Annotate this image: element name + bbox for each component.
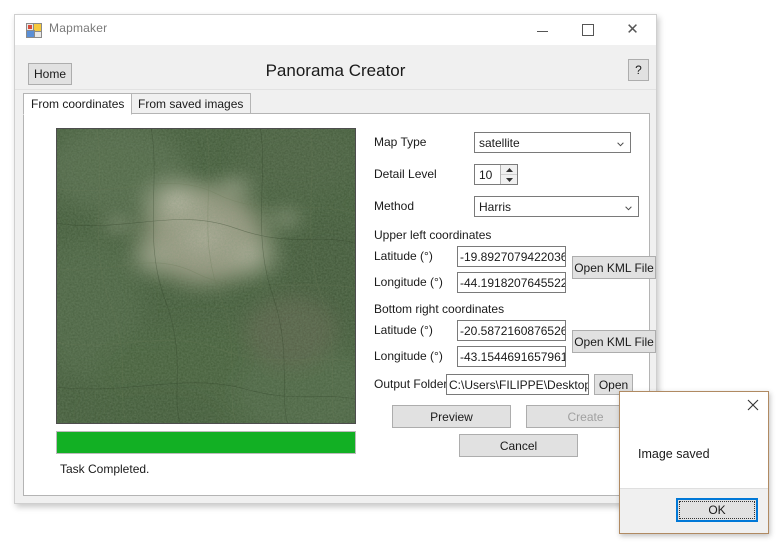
open-kml-file-button-bottom-right[interactable]: Open KML File [572, 330, 656, 353]
map-type-label: Map Type [374, 135, 427, 149]
cancel-button[interactable]: Cancel [459, 434, 578, 457]
caret-down-icon [505, 177, 513, 182]
upper-left-longitude-label: Longitude (°) [374, 275, 443, 289]
page-title: Panorama Creator [265, 61, 406, 80]
close-icon [747, 399, 759, 411]
tab-strip: From coordinates From saved images [23, 93, 650, 115]
close-icon: ✕ [626, 21, 639, 38]
detail-level-spin-buttons[interactable] [500, 165, 517, 184]
image-saved-dialog: Image saved OK [619, 391, 769, 534]
title-bar: Mapmaker ✕ [15, 15, 656, 45]
upper-left-latitude-label: Latitude (°) [374, 249, 433, 263]
dialog-close-button[interactable] [742, 395, 764, 415]
map-type-value: satellite [479, 135, 520, 150]
output-folder-input[interactable]: C:\Users\FILIPPE\Desktop\ac [446, 374, 589, 395]
upper-left-latitude-input[interactable]: -19.89270794220364 [457, 246, 566, 267]
chevron-down-icon [617, 141, 624, 146]
method-select[interactable]: Harris [474, 196, 639, 217]
screen: Mapmaker ✕ Home Panorama Creator ? From … [0, 0, 777, 549]
progress-bar-fill [57, 432, 355, 453]
open-kml-file-button-upper-left[interactable]: Open KML File [572, 256, 656, 279]
detail-level-value: 10 [479, 167, 493, 182]
progress-bar [56, 431, 356, 454]
maximize-icon [581, 23, 594, 36]
dialog-ok-button[interactable]: OK [676, 498, 758, 522]
spin-up-button[interactable] [501, 165, 517, 175]
map-type-row: Map Type satellite [374, 132, 642, 154]
output-folder-label: Output Folder [374, 377, 448, 391]
spin-down-button[interactable] [501, 175, 517, 184]
status-text: Task Completed. [60, 462, 150, 476]
window-title: Mapmaker [49, 21, 108, 35]
dialog-message: Image saved [638, 447, 710, 461]
tab-panel: Task Completed. Map Type satellite Detai… [23, 113, 656, 496]
header-band: Home Panorama Creator ? [15, 45, 656, 90]
minimize-button[interactable] [520, 15, 565, 44]
bottom-right-longitude-input[interactable]: -43.15446916579614 [457, 346, 566, 367]
output-folder-value: C:\Users\FILIPPE\Desktop\ac [449, 377, 588, 392]
bottom-right-longitude-label: Longitude (°) [374, 349, 443, 363]
detail-level-row: Detail Level 10 [374, 164, 642, 186]
method-value: Harris [479, 199, 511, 214]
focus-rectangle [679, 501, 755, 519]
map-type-select[interactable]: satellite [474, 132, 631, 153]
minimize-icon [537, 31, 548, 32]
bottom-right-longitude-value: -43.15446916579614 [460, 349, 566, 364]
close-button[interactable]: ✕ [610, 15, 655, 44]
bottom-right-latitude-label: Latitude (°) [374, 323, 433, 337]
help-button[interactable]: ? [628, 59, 649, 81]
detail-level-label: Detail Level [374, 167, 437, 181]
upper-left-section-label: Upper left coordinates [374, 228, 492, 242]
satellite-map-image [57, 129, 355, 423]
preview-button[interactable]: Preview [392, 405, 511, 428]
tab-from-coordinates[interactable]: From coordinates [23, 93, 133, 115]
application-window: Mapmaker ✕ Home Panorama Creator ? From … [14, 14, 657, 504]
caret-up-icon [505, 167, 513, 172]
method-row: Method Harris [374, 196, 642, 218]
maximize-button[interactable] [565, 15, 610, 44]
chevron-down-icon [625, 205, 632, 210]
bottom-right-latitude-value: -20.58721608765269 [460, 323, 566, 338]
output-folder-row: Output Folder C:\Users\FILIPPE\Desktop\a… [374, 374, 642, 396]
map-preview[interactable] [56, 128, 356, 424]
bottom-right-section-label: Bottom right coordinates [374, 302, 505, 316]
upper-left-longitude-input[interactable]: -44.1918207645522 [457, 272, 566, 293]
app-grid-icon [26, 23, 42, 38]
upper-left-latitude-value: -19.89270794220364 [460, 249, 566, 264]
method-label: Method [374, 199, 415, 213]
detail-level-stepper[interactable]: 10 [474, 164, 518, 185]
bottom-right-latitude-input[interactable]: -20.58721608765269 [457, 320, 566, 341]
upper-left-longitude-value: -44.1918207645522 [460, 275, 566, 290]
dialog-footer: OK [620, 488, 768, 533]
tab-from-saved-images[interactable]: From saved images [130, 93, 252, 114]
